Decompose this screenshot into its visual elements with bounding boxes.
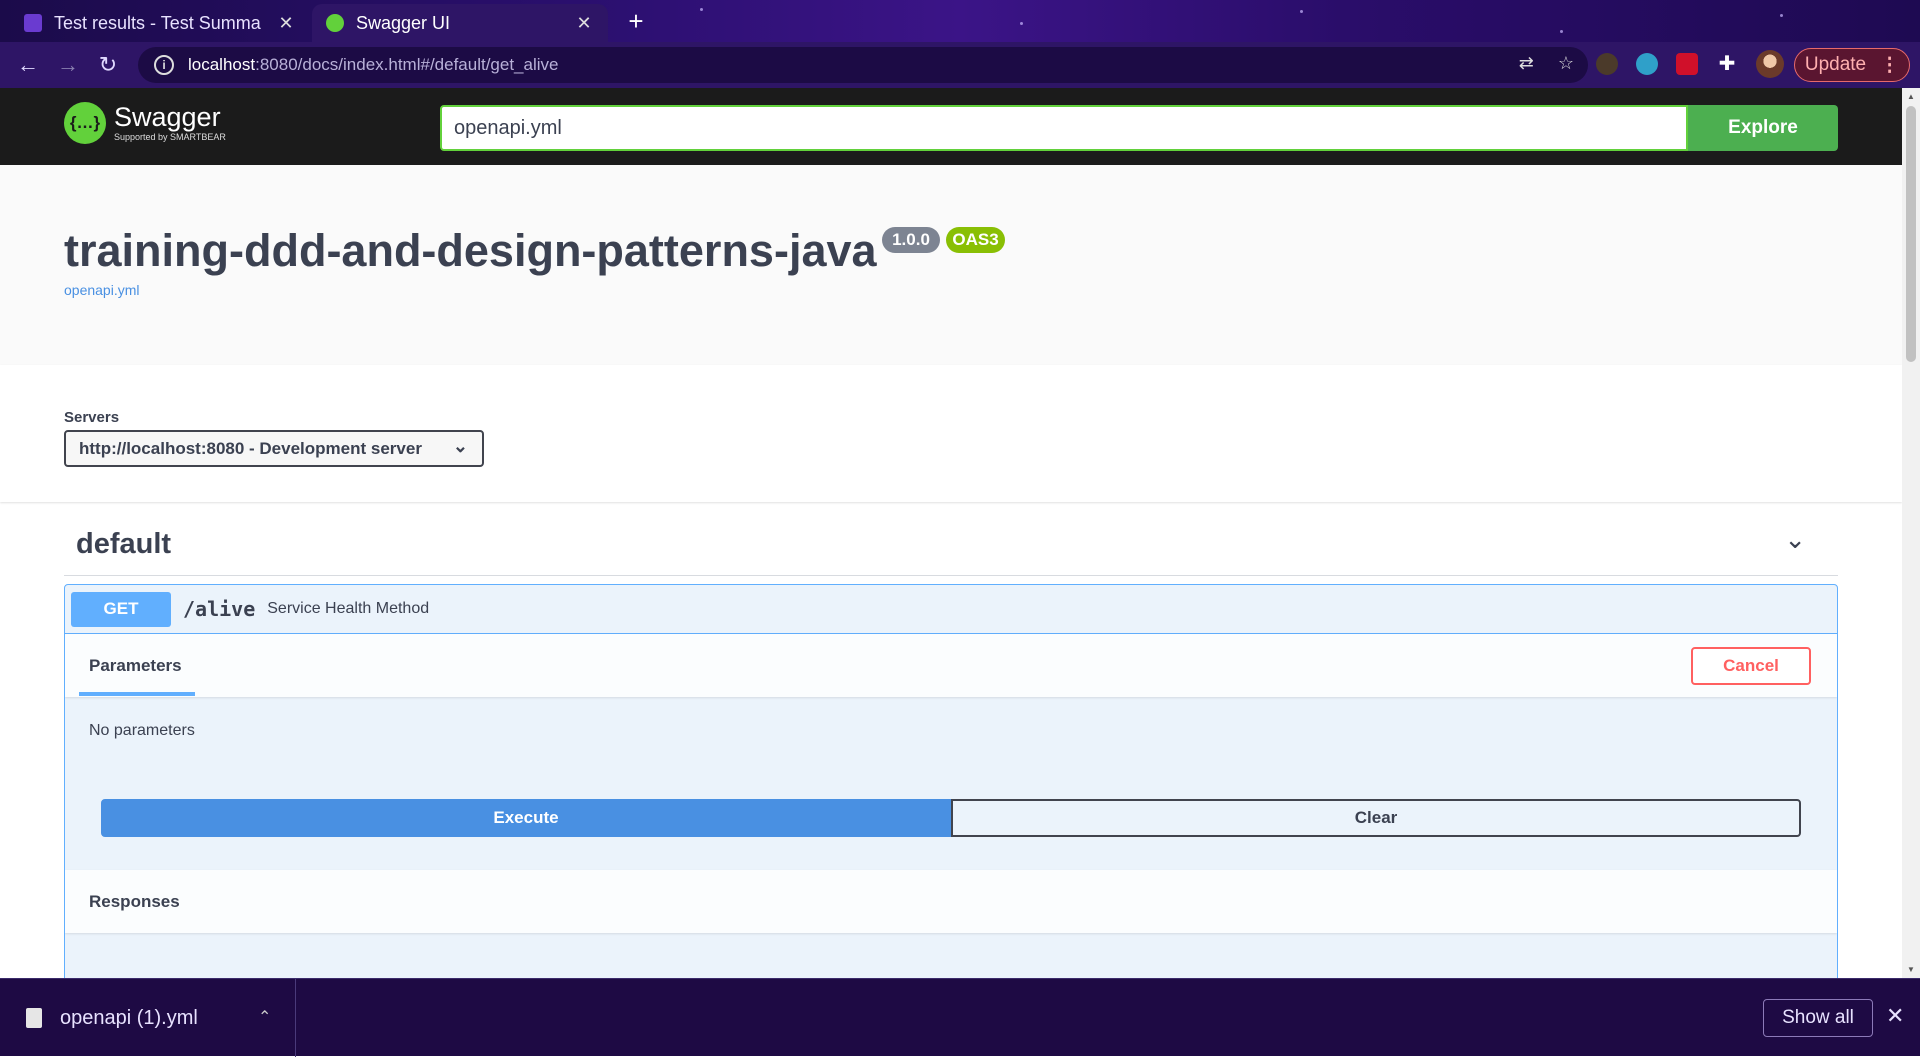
tab-close-icon[interactable]: ✕ (574, 13, 594, 34)
tag-header[interactable]: default ⌄ (64, 502, 1838, 576)
parameters-header: Parameters Cancel (65, 634, 1837, 697)
scroll-down-icon[interactable]: ▼ (1906, 965, 1916, 974)
background-star (700, 8, 703, 11)
collapse-chevron-icon[interactable]: ⌄ (1784, 524, 1806, 555)
spec-url-input[interactable]: openapi.yml (440, 105, 1688, 151)
version-badge: 1.0.0 (882, 227, 940, 253)
swagger-brand-subtext: Supported by SMARTBEAR (114, 132, 226, 142)
clear-button[interactable]: Clear (951, 799, 1801, 837)
tab-test-results[interactable]: Test results - Test Summa ✕ (10, 4, 310, 42)
translate-icon[interactable]: ⇄ (1519, 53, 1534, 74)
operation-summary[interactable]: GET /alive Service Health Method (65, 585, 1837, 634)
intellij-favicon-icon (24, 14, 42, 32)
chevron-down-icon: ⌄ (452, 436, 468, 456)
server-selected-value: http://localhost:8080 - Development serv… (79, 438, 422, 458)
page-scrollbar[interactable]: ▲ ▼ (1902, 88, 1920, 978)
oas-badge: OAS3 (946, 227, 1005, 253)
url-text: localhost:8080/docs/index.html#/default/… (188, 55, 559, 74)
profile-avatar[interactable] (1756, 50, 1784, 78)
extension-gear-icon[interactable] (1596, 53, 1618, 75)
servers-section: Servers http://localhost:8080 - Developm… (0, 365, 1902, 502)
server-select[interactable]: http://localhost:8080 - Development serv… (64, 430, 484, 467)
download-filename: openapi (1).yml (60, 1006, 198, 1029)
operation-description: Service Health Method (267, 600, 430, 617)
update-label: Update (1804, 54, 1867, 75)
scroll-up-icon[interactable]: ▲ (1906, 92, 1916, 101)
active-tab-underline (79, 692, 195, 696)
swagger-logo-icon: {…} (64, 102, 106, 144)
browser-toolbar: ← → ↻ i localhost:8080/docs/index.html#/… (0, 42, 1920, 88)
back-arrow-icon[interactable]: ← (8, 45, 48, 85)
site-info-icon[interactable]: i (154, 55, 174, 75)
responses-header: Responses (65, 870, 1837, 933)
reload-icon[interactable]: ↻ (88, 45, 128, 85)
show-all-button[interactable]: Show all (1763, 999, 1873, 1037)
menu-kebab-icon: ⋮ (1880, 54, 1900, 76)
address-bar[interactable]: i localhost:8080/docs/index.html#/defaul… (138, 47, 1588, 83)
tab-parameters[interactable]: Parameters (89, 656, 182, 676)
swagger-brand-text: Swagger (114, 102, 221, 132)
tag-name: default (76, 528, 172, 560)
execute-button[interactable]: Execute (101, 799, 951, 837)
extension-robot-icon[interactable] (1636, 53, 1658, 75)
tab-close-icon[interactable]: ✕ (276, 13, 296, 34)
operation-path: /alive (183, 597, 256, 621)
chevron-up-icon[interactable]: ⌃ (258, 1007, 271, 1027)
spec-link[interactable]: openapi.yml (64, 282, 140, 298)
explore-button[interactable]: Explore (1688, 105, 1838, 151)
scrollbar-thumb[interactable] (1906, 106, 1916, 362)
tab-swagger-ui[interactable]: Swagger UI ✕ (312, 4, 608, 42)
forward-arrow-icon[interactable]: → (48, 45, 88, 85)
download-bar: openapi (1).yml ⌃ Show all ✕ (0, 978, 1920, 1057)
swagger-favicon-icon (326, 14, 344, 32)
extension-video-icon[interactable] (1676, 53, 1698, 75)
close-icon[interactable]: ✕ (1886, 1003, 1904, 1029)
tab-title: Test results - Test Summa (54, 12, 261, 33)
api-info: training-ddd-and-design-patterns-java 1.… (0, 165, 1902, 365)
background-star (1560, 30, 1563, 33)
background-star (1780, 14, 1783, 17)
browser-tab-strip: Test results - Test Summa ✕ Swagger UI ✕… (0, 0, 1920, 42)
http-method-badge: GET (71, 591, 171, 627)
operation-block-get-alive: GET /alive Service Health Method Paramet… (64, 584, 1838, 978)
background-star (1300, 10, 1303, 13)
bookmark-star-icon[interactable]: ☆ (1558, 53, 1574, 74)
new-tab-plus-icon[interactable]: + (620, 6, 652, 38)
no-parameters-text: No parameters (89, 722, 195, 739)
extensions-puzzle-icon[interactable]: ✚ (1716, 53, 1738, 75)
background-star (1020, 22, 1023, 25)
responses-label: Responses (89, 892, 180, 911)
swagger-logo[interactable]: {…} Swagger Supported by SMARTBEAR (64, 102, 226, 144)
update-button[interactable]: Update ⋮ (1794, 48, 1910, 82)
file-icon (26, 1008, 42, 1028)
api-title: training-ddd-and-design-patterns-java (64, 225, 877, 276)
swagger-topbar: {…} Swagger Supported by SMARTBEAR opena… (0, 88, 1902, 165)
execute-wrapper: Execute Clear (101, 799, 1801, 837)
download-item[interactable]: openapi (1).yml ⌃ (0, 979, 296, 1057)
servers-label: Servers (64, 409, 120, 426)
tab-title: Swagger UI (356, 12, 451, 33)
swagger-page: {…} Swagger Supported by SMARTBEAR opena… (0, 88, 1902, 978)
cancel-button[interactable]: Cancel (1691, 647, 1811, 685)
